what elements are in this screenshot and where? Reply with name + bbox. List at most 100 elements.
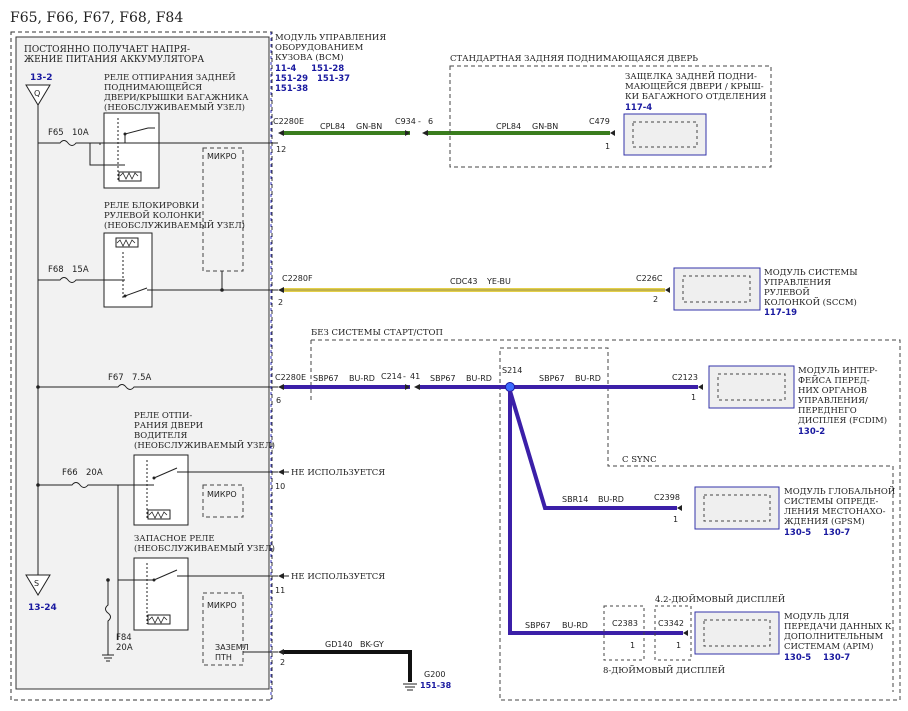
panel-title-1: ПОСТОЯННО ПОЛУЧАЕТ НАПРЯ- bbox=[24, 45, 190, 55]
apim-label-4: СИСТЕМАМ (APIM) bbox=[784, 641, 873, 652]
relay-column-label-3: (НЕОБСЛУЖИВАЕМЫЙ УЗЕЛ) bbox=[104, 219, 245, 231]
apim-label-1: МОДУЛЬ ДЛЯ bbox=[784, 612, 849, 622]
wire-sbp67-c: SBP67 bbox=[539, 374, 565, 383]
fuse-f67-amps: 7.5A bbox=[132, 373, 152, 383]
pin-10: 10 bbox=[275, 482, 285, 491]
wire-burd-c: BU-RD bbox=[575, 374, 601, 383]
page-title: F65, F66, F67, F68, F84 bbox=[10, 10, 183, 26]
s-symbol: S bbox=[34, 579, 39, 588]
wire-cpl84-b: CPL84 bbox=[496, 122, 521, 131]
fcdim-label-2: ФЕЙСА ПЕРЕД- bbox=[798, 374, 870, 386]
pin-1-c479: 1 bbox=[605, 142, 610, 151]
sccm-module bbox=[673, 267, 761, 311]
not-used-label-2: НЕ ИСПОЛЬЗУЕТСЯ bbox=[291, 572, 385, 582]
conn-c2280f: C2280F bbox=[282, 274, 313, 283]
wire-gnbn-b: GN-BN bbox=[532, 122, 558, 131]
apim-module bbox=[694, 611, 780, 655]
pin-1-c2123: 1 bbox=[691, 393, 696, 402]
g200-ref: 151-38 bbox=[420, 681, 452, 690]
fcdim-label-5: ПЕРЕДНЕГО bbox=[798, 406, 857, 416]
relay-liftgate-label-4: (НЕОБСЛУЖИВАЕМЫЙ УЗЕЛ) bbox=[104, 101, 245, 113]
wire-burd-e: BU-RD bbox=[562, 621, 588, 630]
wire-cdc43: CDC43 bbox=[450, 277, 478, 286]
wire-burd-d: BU-RD bbox=[598, 495, 624, 504]
fuse-f66-name: F66 bbox=[62, 468, 78, 478]
splice-s214 bbox=[505, 382, 515, 392]
relay-liftgate-label-1: РЕЛЕ ОТПИРАНИЯ ЗАДНЕЙ bbox=[104, 71, 236, 83]
conn-c934: C934 bbox=[395, 117, 416, 126]
apim-label-3: ДОПОЛНИТЕЛЬНЫМ bbox=[784, 632, 884, 642]
pin-2-c226c: 2 bbox=[653, 295, 658, 304]
conn-c2383: C2383 bbox=[612, 619, 638, 628]
gpsm-module bbox=[694, 486, 780, 530]
wire-sbp67-b: SBP67 bbox=[430, 374, 456, 383]
pin-41: 41 bbox=[410, 372, 420, 381]
sccm-label-3: РУЛЕВОЙ bbox=[764, 286, 810, 298]
sccm-label-4: КОЛОНКОЙ (SCCM) bbox=[764, 296, 857, 308]
pin-2-gnd: 2 bbox=[280, 658, 285, 667]
pin-6-c934: 6 bbox=[428, 117, 433, 126]
gnd-label-2: ПТН bbox=[215, 653, 232, 662]
conn-c2123: C2123 bbox=[672, 373, 698, 382]
circuit-sbp67: C2280E 6 SBP67 BU-RD C214 - 41 SBP67 BU-… bbox=[275, 366, 703, 636]
fuse-f66-amps: 20A bbox=[86, 468, 103, 478]
gpsm-label-4: ЖДЕНИЯ (GPSM) bbox=[784, 516, 865, 527]
conn-c479: C479 bbox=[589, 117, 610, 126]
conn-c3342: C3342 bbox=[658, 619, 684, 628]
fuse-f65-name: F65 bbox=[48, 128, 64, 138]
conn-c934-dash: - bbox=[418, 117, 421, 126]
relay-spare-label-2: (НЕОБСЛУЖИВАЕМЫЙ УЗЕЛ) bbox=[134, 542, 275, 554]
relay-spare-label-1: ЗАПАСНОЕ РЕЛЕ bbox=[134, 534, 215, 544]
micro-label-3: МИКРО bbox=[207, 601, 237, 610]
sccm-ref: 117-19 bbox=[764, 308, 797, 318]
fuse-f68-name: F68 bbox=[48, 265, 64, 275]
relay-driver-label-4: (НЕОБСЛУЖИВАЕМЫЙ УЗЕЛ) bbox=[134, 439, 275, 451]
wire-gnbn-a: GN-BN bbox=[356, 122, 382, 131]
fcdim-label-1: МОДУЛЬ ИНТЕР- bbox=[798, 366, 878, 376]
panel-ref-top: 13-2 bbox=[30, 73, 53, 83]
conn-c214: C214 bbox=[381, 372, 402, 381]
conn-c226c: C226C bbox=[636, 274, 663, 283]
relay-column-label-2: РУЛЕВОЙ КОЛОНКИ bbox=[104, 209, 202, 221]
wire-yebu: YE-BU bbox=[486, 277, 511, 286]
conn-c2280e-mid: C2280E bbox=[275, 373, 306, 382]
fcdim-ref: 130-2 bbox=[798, 427, 825, 437]
gpsm-label-2: СИСТЕМЫ ОПРЕДЕ- bbox=[784, 497, 878, 507]
fuse-f65-amps: 10A bbox=[72, 128, 89, 138]
std-liftgate-label: СТАНДАРТНАЯ ЗАДНЯЯ ПОДНИМАЮЩАЯСЯ ДВЕРЬ bbox=[450, 54, 698, 64]
pin-1-c3342: 1 bbox=[676, 641, 681, 650]
bcm-refs-1: 11-4 151-28 bbox=[275, 64, 344, 74]
pin-11: 11 bbox=[275, 586, 285, 595]
gpsm-label-3: ЛЕНИЯ МЕСТОНАХО- bbox=[784, 507, 886, 517]
bcm-label-3: КУЗОВА (BCM) bbox=[275, 52, 344, 63]
csync-label: C SYNC bbox=[622, 455, 657, 465]
relay-column-label-1: РЕЛЕ БЛОКИРОВКИ bbox=[104, 201, 199, 211]
apim-ref: 130-5 130-7 bbox=[784, 653, 850, 663]
splice-s214-label: S214 bbox=[502, 366, 522, 375]
relay-liftgate-label-2: ПОДНИМАЮЩЕЙСЯ bbox=[104, 81, 202, 93]
apim-label-2: ПЕРЕДАЧИ ДАННЫХ К bbox=[784, 622, 892, 632]
latch-ref: 117-4 bbox=[625, 103, 652, 113]
fuse-f84-amps: 20A bbox=[116, 643, 133, 653]
bcm-label-1: МОДУЛЬ УПРАВЛЕНИЯ bbox=[275, 33, 386, 43]
circuit-cdc43: C2280F 2 CDC43 YE-BU C226C 2 bbox=[278, 274, 670, 307]
fuse-f68-amps: 15A bbox=[72, 265, 89, 275]
circuit-cpl84: C2280E 12 CPL84 GN-BN C934 - 6 CPL84 GN-… bbox=[273, 117, 615, 154]
sccm-label-1: МОДУЛЬ СИСТЕМЫ bbox=[764, 268, 858, 278]
wire-sbp67-d: SBP67 bbox=[525, 621, 551, 630]
fcdim-label-4: УПРАВЛЕНИЯ/ bbox=[798, 396, 868, 406]
conn-c2398: C2398 bbox=[654, 493, 680, 502]
pin-6-c2280e: 6 bbox=[276, 396, 281, 405]
fcdim-module bbox=[708, 365, 795, 409]
wire-sbr14: SBR14 bbox=[562, 495, 588, 504]
bcm-label-2: ОБОРУДОВАНИЕМ bbox=[275, 43, 364, 53]
fuse-f84-name: F84 bbox=[116, 633, 132, 643]
display-42-label: 4.2-ДЮЙМОВЫЙ ДИСПЛЕЙ bbox=[655, 593, 785, 605]
pin-1-c2383: 1 bbox=[630, 641, 635, 650]
wire-gd140: GD140 bbox=[325, 640, 353, 649]
bcm-panel: ПОСТОЯННО ПОЛУЧАЕТ НАПРЯ- ЖЕНИЕ ПИТАНИЯ … bbox=[10, 31, 278, 701]
gnd-label-1: ЗАЗЕМЛ bbox=[215, 643, 249, 652]
gpsm-label-1: МОДУЛЬ ГЛОБАЛЬНОЙ bbox=[784, 485, 895, 497]
relay-liftgate-label-3: ДВЕРИ/КРЫШКИ БАГАЖНИКА bbox=[104, 93, 249, 103]
fcdim-label-6: ДИСПЛЕЯ (FCDIM) bbox=[798, 415, 887, 426]
